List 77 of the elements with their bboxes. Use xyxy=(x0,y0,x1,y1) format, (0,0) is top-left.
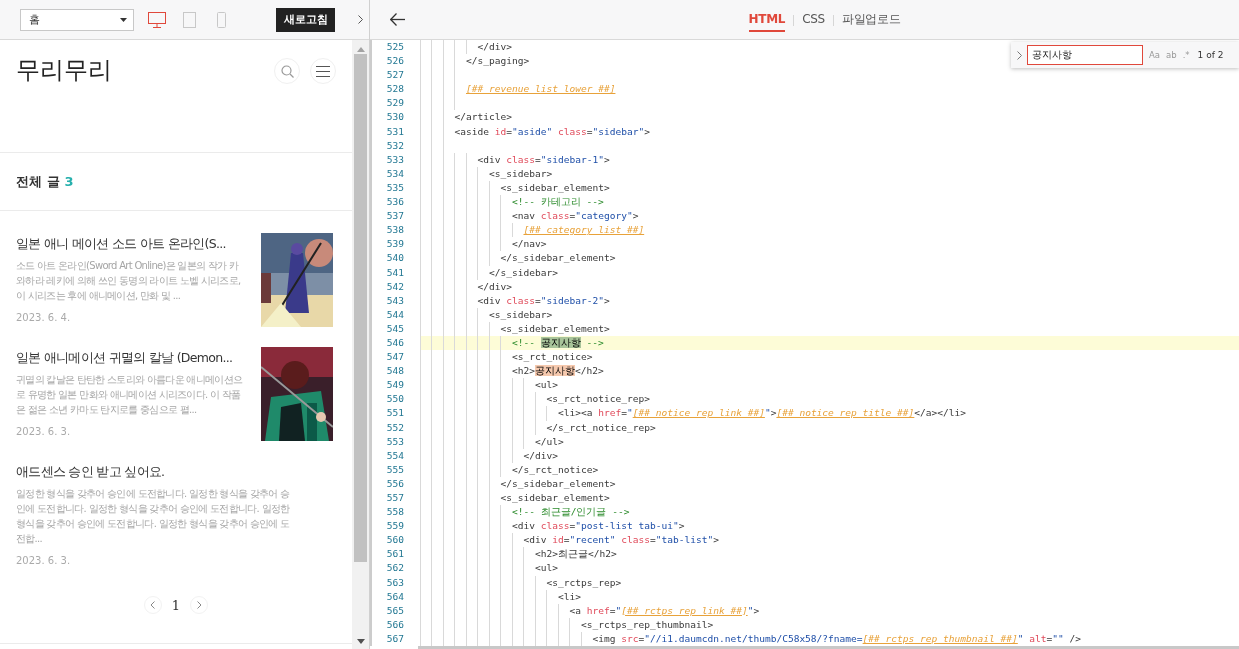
code-line: <s_sidebar_element> xyxy=(500,322,610,334)
post-excerpt: 일정한 형식을 갖추어 승인에 도전합니다. 일정한 형식을 갖추어 승인에 도전합니다. 일정한 형식을 갖추어 승인에 도전합니다. 일정한 형식을 갖추어 승인에 도전합니다. 일정한 형식을 갖추어 승인에 도전합... xyxy=(16,487,291,546)
scroll-down-icon[interactable] xyxy=(356,639,365,644)
post-count-label: 전체 글 xyxy=(16,172,60,191)
post-excerpt: 귀멸의 칼날은 탄탄한 스토리와 아름다운 애니메이션으로 유명한 일본 만화와 애니메이션 시리즈이다. 이 작품은 젊은 소년 카마도 탄지로를 중심으로 펼... xyxy=(16,373,244,417)
code-line: <li> xyxy=(557,590,581,602)
chevron-right-icon[interactable] xyxy=(1017,50,1022,60)
code-line: [##_revenue_list_lower_##] xyxy=(466,83,616,95)
code-line: <s_rctps_rep> xyxy=(546,576,622,588)
post-count: 3 xyxy=(64,174,74,189)
post-date: 2023. 6. 3. xyxy=(16,555,72,566)
post-date: 2023. 6. 3. xyxy=(16,426,72,437)
code-line: <div id="recent" class="tab-list"> xyxy=(523,534,719,546)
code-line: <a href="[##_rctps_rep_link_##]"> xyxy=(569,604,760,616)
post-date: 2023. 6. 4. xyxy=(16,312,72,323)
search-icon xyxy=(280,64,294,78)
find-input[interactable]: 공지사항 xyxy=(1027,45,1143,65)
code-line: </nav> xyxy=(511,238,547,250)
code-line: </div> xyxy=(477,41,512,52)
post-title[interactable]: 애드센스 승인 받고 싶어요. xyxy=(16,462,165,482)
code-line: <s_sidebar_element> xyxy=(500,181,610,193)
menu-icon xyxy=(316,65,330,77)
scroll-up-icon[interactable] xyxy=(356,47,365,52)
refresh-button[interactable]: 새로고침 xyxy=(276,7,335,32)
code-line: <aside id="aside" class="sidebar"> xyxy=(454,125,650,137)
code-line: </s_sidebar_element> xyxy=(500,477,616,489)
code-line: </div> xyxy=(477,280,512,292)
code-line: <div class="sidebar-2"> xyxy=(477,294,610,306)
code-line: <s_sidebar> xyxy=(489,167,553,179)
code-line: <h2>최근글</h2> xyxy=(534,548,617,560)
editor-tab[interactable]: 파일업로드 xyxy=(841,6,901,34)
previous-page-button[interactable] xyxy=(143,596,162,614)
code-line: <h2>공지사항</h2> xyxy=(511,365,604,377)
chevron-right-icon[interactable] xyxy=(358,15,363,24)
code-line: <s_rctps_rep_thumbnail> xyxy=(580,618,714,630)
code-line: [##_category_list_##] xyxy=(523,224,645,236)
code-line: <s_sidebar_element> xyxy=(500,492,610,503)
page-select[interactable]: 홈 xyxy=(20,8,134,31)
code-line: </s_sidebar> xyxy=(489,266,558,278)
post-title[interactable]: 일본 애니 메이션 소드 아트 온라인(S... xyxy=(16,234,226,254)
code-line: <ul> xyxy=(534,562,558,574)
code-line: <img src="//i1.daumcdn.net/thumb/C58x58/?fname=[##_rctps_rep_thumbnail_##]" alt="" /> xyxy=(592,632,1082,644)
page-number[interactable]: 1 xyxy=(167,597,185,613)
code-line: </s_sidebar_element> xyxy=(500,252,616,264)
code-line: </article> xyxy=(454,111,512,123)
code-line: <s_rct_notice_rep> xyxy=(546,393,650,405)
back-arrow-icon[interactable] xyxy=(390,13,405,26)
code-line: <!-- 최근글/인기글 --> xyxy=(511,506,630,518)
code-line: </ul> xyxy=(534,435,564,447)
menu-button[interactable] xyxy=(310,58,336,84)
desktop-icon[interactable] xyxy=(148,11,166,28)
code-line: <ul> xyxy=(534,379,558,391)
post-title[interactable]: 일본 애니메이션 귀멸의 칼날 (Demon... xyxy=(16,348,233,368)
chevron-right-icon xyxy=(196,601,202,609)
search-button[interactable] xyxy=(274,58,300,84)
code-line: </s_rct_notice_rep> xyxy=(546,421,656,433)
caret-icon xyxy=(120,17,127,22)
editor-tab[interactable]: CSS xyxy=(802,8,825,32)
tablet-icon[interactable] xyxy=(182,11,196,28)
code-line: <li><a href="[##_notice_rep_link_##]">[##_notice_rep_title_##]</a></li> xyxy=(557,407,967,419)
blog-title: 무리무리 xyxy=(16,56,112,84)
code-line: </s_paging> xyxy=(466,55,530,67)
code-line: <s_rct_notice> xyxy=(511,351,593,363)
chevron-left-icon xyxy=(150,601,156,609)
code-line: <s_sidebar> xyxy=(489,308,553,320)
code-line: <!-- 카테고리 --> xyxy=(511,196,604,208)
code-line: </div> xyxy=(523,449,558,461)
match-count: 1 of 2 xyxy=(1197,50,1224,60)
code-line: <!-- 공지사항 --> xyxy=(511,336,604,348)
code-line: <nav class="category"> xyxy=(511,210,639,222)
code-line: </s_rct_notice> xyxy=(511,463,599,475)
mobile-icon[interactable] xyxy=(216,11,226,28)
post-excerpt: 소드 아트 온라인(Sword Art Online)은 일본의 작가 카와하라 레키에 의해 쓰인 동명의 라이트 노벨 시리즈로, 이 시리즈는 후에 애니메이션, 만화 및 ... xyxy=(16,259,242,303)
code-line: <div class="sidebar-1"> xyxy=(477,153,610,165)
code-line: <div class="post-list tab-ui"> xyxy=(511,520,685,532)
editor-tab[interactable]: HTML xyxy=(748,8,786,32)
next-page-button[interactable] xyxy=(190,596,209,614)
